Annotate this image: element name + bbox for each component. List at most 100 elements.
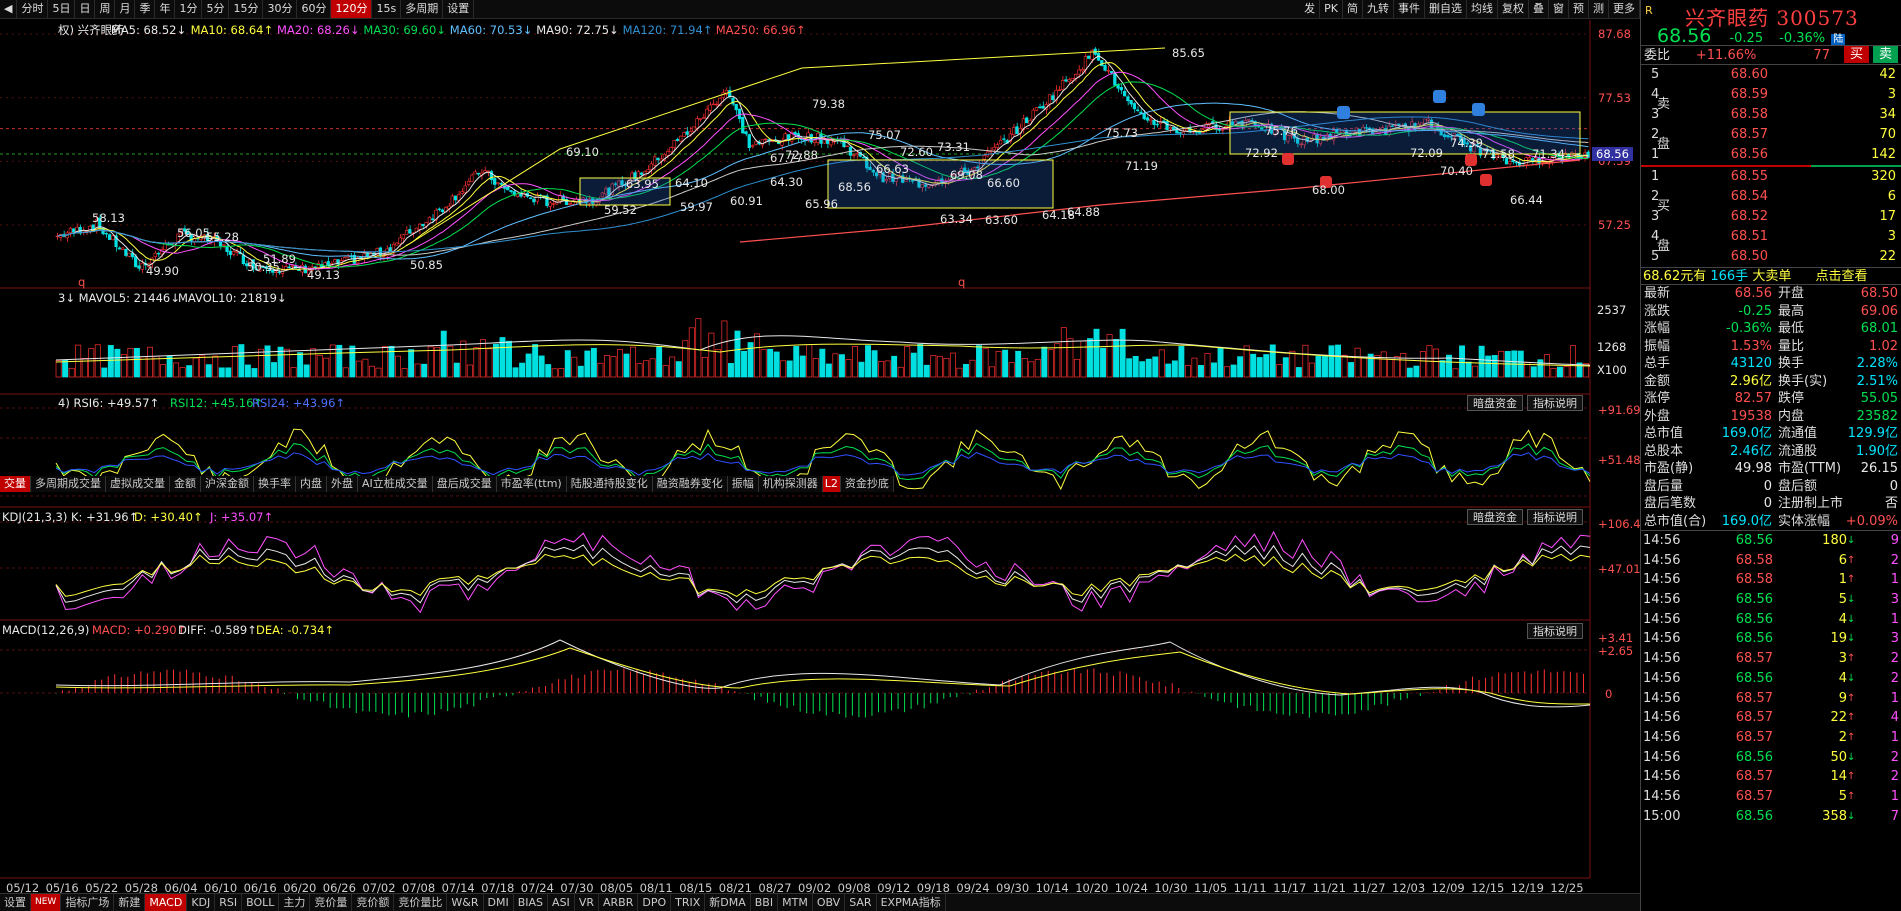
chart-canvas[interactable] [0,20,1640,893]
volume-tab[interactable]: 多周期成交量 [31,476,106,492]
indicator-help-button[interactable]: 指标说明 [1527,623,1583,639]
bid-level[interactable]: 3 68.52 17 [1641,207,1901,227]
indicator-tab[interactable]: 竞价量 [310,894,353,911]
indicator-tab[interactable]: ASI [548,894,575,911]
chart-area[interactable]: 58.13 49.90 56.05 55.28 51.89 50.35 49.13 50.85… [0,20,1641,895]
tool-button[interactable]: 删自选 [1425,0,1467,18]
period-tab[interactable]: 分时 [17,0,49,18]
indicator-tab[interactable]: ARBR [599,894,639,911]
ask-level[interactable]: 1 68.56 142 [1641,145,1901,165]
tool-button[interactable]: 更多 [1609,0,1640,18]
volume-tab[interactable]: 交量 [0,476,31,492]
indicator-tab[interactable]: MTM [778,894,813,911]
candle-body [685,131,689,135]
ask-level[interactable]: 2 68.57 70 [1641,125,1901,145]
period-tab[interactable]: 多周期 [401,0,444,18]
volume-tab[interactable]: L2 [822,476,841,492]
volume-tab[interactable]: 盘后成交量 [432,476,497,492]
big-order-bar[interactable]: 68.62元有 166手 大卖单 点击查看 [1641,267,1901,285]
tool-button[interactable]: 测 [1589,0,1609,18]
volume-tab[interactable]: 外盘 [327,476,358,492]
volume-tab[interactable]: 沪深金额 [201,476,254,492]
volume-tab[interactable]: 虚拟成交量 [106,476,170,492]
indicator-tab[interactable]: SAR [845,894,877,911]
indicator-tab[interactable]: BOLL [242,894,280,911]
tool-button[interactable]: 预 [1569,0,1589,18]
indicator-tab[interactable]: W&R [447,894,484,911]
indicator-tab[interactable]: DMI [484,894,514,911]
anpan-button[interactable]: 暗盘资金 [1467,509,1523,525]
period-tab[interactable]: 30分 [263,0,298,18]
indicator-tab[interactable]: 主力 [279,894,311,911]
indicator-tab[interactable]: 竞价额 [352,894,395,911]
sell-button[interactable]: 卖 [1872,46,1898,63]
tool-button[interactable]: 叠 [1529,0,1549,18]
period-tab[interactable]: 设置 [443,0,475,18]
tool-button[interactable]: 窗 [1549,0,1569,18]
period-tab[interactable]: 1分 [175,0,203,18]
tool-button[interactable]: 事件 [1394,0,1425,18]
candle-body [551,203,556,205]
period-tab[interactable]: 周 [95,0,116,18]
indicator-tab[interactable]: 竞价量比 [394,894,448,911]
indicator-tab[interactable]: VR [575,894,599,911]
volume-bar [1361,356,1368,378]
period-tab[interactable]: 季 [135,0,156,18]
indicator-help-button[interactable]: 指标说明 [1527,509,1583,525]
indicator-tab[interactable]: TRIX [671,894,706,911]
indicator-tab[interactable]: EXPMA指标 [877,894,946,911]
period-tab[interactable]: 日 [75,0,96,18]
tool-button[interactable]: 九转 [1363,0,1394,18]
tick-time: 14:56 [1643,651,1681,667]
indicator-tab[interactable]: 新DMA [705,894,751,911]
volume-tab[interactable]: 资金抄底 [840,476,894,492]
indicator-tab[interactable]: BIAS [514,894,549,911]
anpan-button[interactable]: 暗盘资金 [1467,395,1523,411]
bid-level[interactable]: 5 68.50 22 [1641,247,1901,267]
volume-tab[interactable]: 内盘 [296,476,327,492]
indicator-tab[interactable]: 新建 [114,894,146,911]
period-tab[interactable]: 5日 [48,0,76,18]
tool-button[interactable]: 发 [1300,0,1321,18]
tick-list[interactable]: 14:56 68.56 180 ↓ 9 14:56 68.58 6 ↑ 2 14:56 68.58 1 ↑… [1641,531,1901,826]
volume-tab[interactable]: 市盈率(ttm) [496,476,567,492]
volume-tab[interactable]: 融资融券变化 [652,476,728,492]
bid-level[interactable]: 2 68.54 6 [1641,187,1901,207]
volume-tab[interactable]: 换手率 [254,476,296,492]
bid-level[interactable]: 4 68.51 3 [1641,227,1901,247]
indicator-tab[interactable]: 设置 [0,894,31,911]
indicator-tab[interactable]: RSI [215,894,243,911]
period-tab[interactable]: 月 [115,0,136,18]
period-tab[interactable]: 年 [155,0,176,18]
back-arrow-icon[interactable]: ◀ [0,0,18,18]
volume-bar [114,348,121,378]
tool-button[interactable]: 均线 [1467,0,1498,18]
period-tab[interactable]: 15s [372,0,402,18]
indicator-tab[interactable]: BBI [751,894,779,911]
ask-level[interactable]: 4 68.59 3 [1641,85,1901,105]
buy-button[interactable]: 买 [1843,46,1869,63]
indicator-tab[interactable]: 指标广场 [61,894,115,911]
indicator-tab[interactable]: MACD [145,894,188,911]
indicator-tab[interactable]: OBV [813,894,846,911]
tool-button[interactable]: 简 [1343,0,1363,18]
ask-level[interactable]: 5 68.60 42 [1641,65,1901,85]
volume-tab[interactable]: AI立桩成交量 [358,476,433,492]
period-tab[interactable]: 15分 [229,0,264,18]
view-link[interactable]: 点击查看 [1815,269,1867,284]
period-tab[interactable]: 120分 [331,0,373,18]
ask-level[interactable]: 3 68.58 34 [1641,105,1901,125]
tool-button[interactable]: 复权 [1498,0,1529,18]
indicator-tab[interactable]: DPO [638,894,672,911]
volume-tab[interactable]: 金额 [170,476,201,492]
volume-tab[interactable]: 振幅 [727,476,759,492]
indicator-help-button[interactable]: 指标说明 [1527,395,1583,411]
indicator-tab[interactable]: NEW [31,894,62,911]
bid-level[interactable]: 1 68.55 320 [1641,167,1901,187]
volume-tab[interactable]: 机构探测器 [758,476,823,492]
period-tab[interactable]: 5分 [202,0,230,18]
tool-button[interactable]: PK [1320,0,1343,18]
period-tab[interactable]: 60分 [297,0,332,18]
volume-tab[interactable]: 陆股通持股变化 [566,476,653,492]
indicator-tab[interactable]: KDJ [187,894,216,911]
